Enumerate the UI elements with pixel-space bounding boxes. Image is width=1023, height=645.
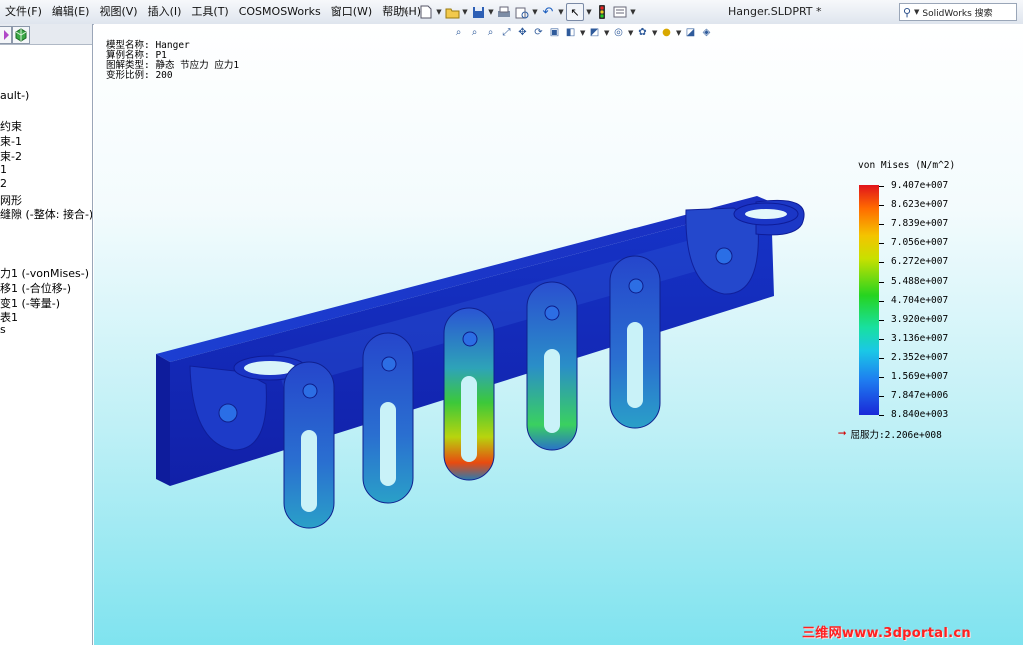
graphics-viewport[interactable]: ⌕ ⌕ ⌕ ⤢ ✥ ⟳ ▣ ◧ ▼ ◩ ▼ ◎ ▼ ✿ ▼ ● ▼ ◪ ◈ 模型… (94, 24, 1023, 645)
yield-strength-text: 屈服力:2.206e+008 (850, 430, 942, 441)
legend-label: 7.847e+006 (891, 390, 949, 402)
legend-color-bar (859, 185, 879, 415)
search-input[interactable]: SolidWorks 搜索 (922, 6, 992, 19)
undo-icon[interactable]: ↶ (540, 4, 556, 20)
link-3 (443, 307, 495, 481)
legend-label: 5.488e+007 (891, 275, 949, 287)
tree-item[interactable]: 力1 (-vonMises-) (0, 265, 89, 281)
chevron-down-icon[interactable]: ▼ (462, 4, 468, 20)
chevron-down-icon[interactable]: ▼ (586, 4, 592, 20)
link-1 (283, 361, 335, 529)
legend-label: 2.352e+007 (891, 351, 949, 363)
menu-view[interactable]: 视图(V) (94, 0, 142, 24)
link-4 (526, 281, 578, 451)
legend-tick (879, 319, 884, 321)
tree-item[interactable]: 束-1 (0, 133, 22, 149)
menu-cosmosworks[interactable]: COSMOSWorks (234, 0, 326, 24)
save-icon[interactable] (470, 4, 486, 20)
open-icon[interactable] (444, 4, 460, 20)
legend-label: 3.136e+007 (891, 332, 949, 344)
legend-label: 8.623e+007 (891, 199, 949, 211)
menu-window[interactable]: 窗口(W) (326, 0, 377, 24)
pin-icon[interactable]: ✎ (398, 4, 412, 20)
new-icon[interactable] (418, 4, 434, 20)
chevron-down-icon[interactable]: ▼ (488, 4, 494, 20)
standard-toolbar: ▼ ▼ ▼ ▼ ↶ ▼ ↖ ▼ ▼ (418, 2, 636, 22)
legend-label: 9.407e+007 (891, 180, 949, 191)
legend-tick (879, 415, 884, 417)
legend-tick (879, 338, 884, 340)
legend-label: 1.569e+007 (891, 371, 949, 382)
legend-label: 4.704e+007 (891, 294, 949, 306)
tree-item[interactable]: s (0, 323, 6, 336)
legend-label: 7.056e+007 (891, 237, 949, 249)
menu-bar: 文件(F) 编辑(E) 视图(V) 插入(I) 工具(T) COSMOSWork… (0, 0, 426, 24)
print-icon[interactable] (496, 4, 512, 20)
tree-item[interactable]: 2 (0, 177, 7, 190)
yield-arrow-icon: ➞ (838, 426, 847, 442)
tab-property-manager[interactable] (0, 26, 12, 44)
tree-item[interactable]: 1 (0, 163, 7, 176)
tree-item[interactable]: 移1 (-合位移-) (0, 280, 71, 296)
legend-label: 3.920e+007 (891, 313, 949, 325)
menu-edit[interactable]: 编辑(E) (47, 0, 95, 24)
yield-strength-marker: ➞ 屈服力:2.206e+008 (838, 427, 942, 441)
legend-tick (879, 205, 884, 207)
legend-tick (879, 262, 884, 264)
legend-tick (879, 300, 884, 302)
menu-file[interactable]: 文件(F) (0, 0, 47, 24)
menu-toolbar-bar: 文件(F) 编辑(E) 视图(V) 插入(I) 工具(T) COSMOSWork… (0, 0, 1023, 25)
tree-item[interactable]: 束-2 (0, 148, 22, 164)
menu-tools[interactable]: 工具(T) (186, 0, 233, 24)
hanger-stress-plot (156, 196, 805, 529)
legend-label: 8.840e+003 (891, 409, 949, 421)
chevron-down-icon[interactable]: ▼ (630, 4, 636, 20)
chevron-down-icon[interactable]: ▼ (914, 8, 919, 16)
link-2 (362, 332, 414, 504)
legend-tick (879, 357, 884, 359)
legend-tick (879, 281, 884, 283)
panel-tabs (0, 24, 92, 45)
chevron-down-icon[interactable]: ▼ (558, 4, 564, 20)
tree-item[interactable]: 约束 (0, 118, 22, 134)
chevron-down-icon[interactable]: ▼ (532, 4, 538, 20)
select-icon[interactable]: ↖ (566, 3, 584, 21)
tree-item[interactable]: ault-) (0, 89, 29, 102)
chevron-down-icon[interactable]: ▼ (436, 4, 442, 20)
backplate-front-face (156, 354, 170, 486)
search-icon[interactable]: ⚲ (900, 6, 914, 19)
feature-manager-panel: ault-) 约束 束-1 束-2 1 2 网形 缝隙 (-整体: 接合-) 力… (0, 24, 93, 645)
options-icon[interactable] (612, 4, 628, 20)
document-title: Hanger.SLDPRT * (728, 5, 822, 18)
search-box[interactable]: ⚲ ▼ SolidWorks 搜索 (899, 3, 1017, 21)
legend-label: 7.839e+007 (891, 218, 949, 230)
tree-item[interactable]: 缝隙 (-整体: 接合-) (0, 206, 92, 222)
legend-tick (879, 396, 884, 398)
legend-title: von Mises (N/m^2) (858, 160, 956, 171)
legend-tick (879, 186, 884, 187)
print-preview-icon[interactable] (514, 4, 530, 20)
watermark: 三维网www.3dportal.cn (802, 626, 971, 641)
legend-label: 6.272e+007 (891, 256, 949, 268)
legend-tick (879, 224, 884, 226)
tab-cosmos-manager[interactable] (12, 26, 30, 44)
right-bracket (685, 199, 805, 295)
traffic-light-icon[interactable] (594, 4, 610, 20)
legend-tick (879, 377, 884, 378)
legend-tick (879, 243, 884, 245)
link-5 (609, 255, 661, 429)
menu-insert[interactable]: 插入(I) (143, 0, 187, 24)
